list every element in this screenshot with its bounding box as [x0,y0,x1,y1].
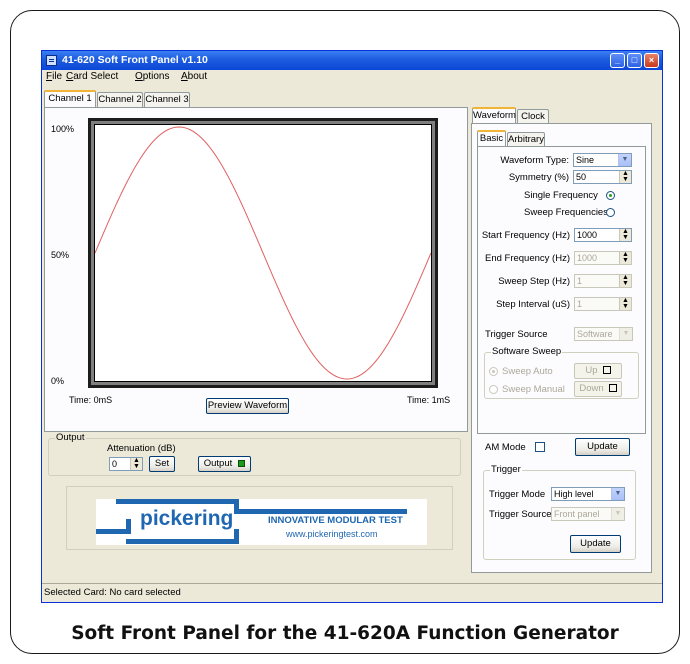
down-square-icon [608,384,617,393]
menu-bar: File Card Select Options About [42,70,662,84]
maximize-button[interactable]: □ [627,53,642,68]
up-square-icon [602,366,611,375]
step-interval-spinner[interactable]: ▲ ▼ [619,298,631,310]
trigger-source-select[interactable]: Software ▼ [574,327,633,341]
title-bar[interactable]: 41-620 Soft Front Panel v1.10 _ □ × [42,51,662,70]
tab-clock[interactable]: Clock [517,109,549,124]
trigger-source-label: Trigger Source [485,329,548,340]
waveform-chart [94,126,432,380]
tab-waveform[interactable]: Waveform [472,107,516,124]
menu-about[interactable]: About [181,71,207,82]
app-window: 41-620 Soft Front Panel v1.10 _ □ × File… [41,50,663,603]
sine-waveform-line [94,126,432,380]
symmetry-spinner[interactable]: ▲ ▼ [619,171,631,183]
single-frequency-label: Single Frequency [524,190,598,201]
attenuation-label: Attenuation (dB) [107,443,176,454]
sweep-manual-radio[interactable] [489,385,498,394]
chevron-down-icon[interactable]: ▼ [611,508,624,520]
waveform-type-select[interactable]: Sine ▼ [573,153,632,167]
waveform-type-label: Waveform Type: [500,155,569,166]
start-frequency-spinner[interactable]: ▲ ▼ [619,229,631,241]
trigger-mode-label: Trigger Mode [489,489,546,500]
logo-brand: pickering [140,507,234,530]
sweep-auto-radio[interactable] [489,367,498,376]
chevron-down-icon[interactable]: ▼ [611,488,624,500]
basic-pane: Waveform Type: Sine ▼ Symmetry (%) 50 ▲ ▼… [477,146,646,434]
end-frequency-input[interactable]: 1000 ▲ ▼ [574,251,632,265]
trigger-update-button[interactable]: Update [570,535,621,553]
chevron-down-icon[interactable]: ▼ [618,154,631,166]
software-sweep-group: Software Sweep Sweep Auto Sweep Manual U… [484,346,639,399]
am-mode-label: AM Mode [485,442,526,453]
step-interval-label: Step Interval (uS) [496,299,570,310]
tab-channel-1[interactable]: Channel 1 [44,90,96,107]
sweep-step-input[interactable]: 1 ▲ ▼ [574,274,632,288]
start-frequency-input[interactable]: 1000 ▲ ▼ [574,228,632,242]
trigger-group: Trigger Trigger Mode High level ▼ Trigge… [483,464,636,560]
trigger-source-select-2[interactable]: Front panel ▼ [551,507,625,521]
end-frequency-label: End Frequency (Hz) [484,253,570,264]
attenuation-input[interactable]: 0 ▲ ▼ [109,457,143,471]
up-button[interactable]: Up [574,363,622,379]
y-label-50: 50% [51,250,70,260]
am-update-button[interactable]: Update [575,438,630,456]
preview-waveform-button[interactable]: Preview Waveform [206,398,289,414]
symmetry-label: Symmetry (%) [508,172,569,183]
tab-channel-2[interactable]: Channel 2 [97,92,143,107]
trigger-group-label: Trigger [490,464,522,475]
time-end-label: Time: 1mS [407,395,451,405]
trigger-mode-select[interactable]: High level ▼ [551,487,625,501]
sweep-frequencies-radio[interactable] [606,208,615,217]
figure-caption: Soft Front Panel for the 41-620A Functio… [71,623,619,644]
app-icon [46,55,57,66]
y-label-0: 0% [51,376,65,386]
menu-file[interactable]: File [46,71,62,82]
am-mode-checkbox[interactable] [535,442,545,452]
end-frequency-spinner[interactable]: ▲ ▼ [619,252,631,264]
attenuation-spinner[interactable]: ▲ ▼ [130,458,142,470]
sweep-step-spinner[interactable]: ▲ ▼ [619,275,631,287]
output-led-icon [238,459,246,467]
set-button[interactable]: Set [149,456,175,472]
output-group: Output Attenuation (dB) 0 ▲ ▼ Set Output [48,432,461,476]
symmetry-input[interactable]: 50 ▲ ▼ [573,170,632,184]
menu-options[interactable]: Options [135,71,169,82]
step-interval-input[interactable]: 1 ▲ ▼ [574,297,632,311]
sweep-frequencies-label: Sweep Frequencies [524,207,608,218]
minimize-button[interactable]: _ [610,53,625,68]
output-button[interactable]: Output [198,456,251,472]
tab-arbitrary[interactable]: Arbitrary [507,132,545,147]
software-sweep-label: Software Sweep [491,346,563,357]
logo-panel: pickering INNOVATIVE MODULAR TEST www.pi… [66,486,453,550]
waveform-plot [88,118,438,388]
down-button[interactable]: Down [574,381,622,397]
output-group-label: Output [55,432,86,443]
sweep-auto-label: Sweep Auto [502,366,553,377]
start-frequency-label: Start Frequency (Hz) [481,230,570,241]
menu-card-select[interactable]: Card Select [66,71,118,82]
logo-url: www.pickeringtest.com [286,529,378,539]
tab-channel-3[interactable]: Channel 3 [144,92,190,107]
window-title: 41-620 Soft Front Panel v1.10 [62,54,208,66]
status-bar: Selected Card: No card selected [42,583,662,602]
y-label-100: 100% [51,124,75,134]
channel-pane: 100% 50% 0% Time: 0mS Time: 1mS Preview … [44,107,468,432]
close-button[interactable]: × [644,53,659,68]
sweep-manual-label: Sweep Manual [502,384,565,395]
waveform-settings-pane: Basic Arbitrary Waveform Type: Sine ▼ Sy… [471,123,652,573]
logo-tagline: INNOVATIVE MODULAR TEST [268,515,403,526]
tab-basic[interactable]: Basic [477,130,506,147]
time-start-label: Time: 0mS [69,395,113,405]
sweep-step-label: Sweep Step (Hz) [498,276,570,287]
pickering-logo: pickering INNOVATIVE MODULAR TEST www.pi… [96,499,427,545]
chevron-down-icon[interactable]: ▼ [619,328,632,340]
single-frequency-radio[interactable] [606,191,615,200]
trigger-source-label-2: Trigger Source [489,509,552,520]
